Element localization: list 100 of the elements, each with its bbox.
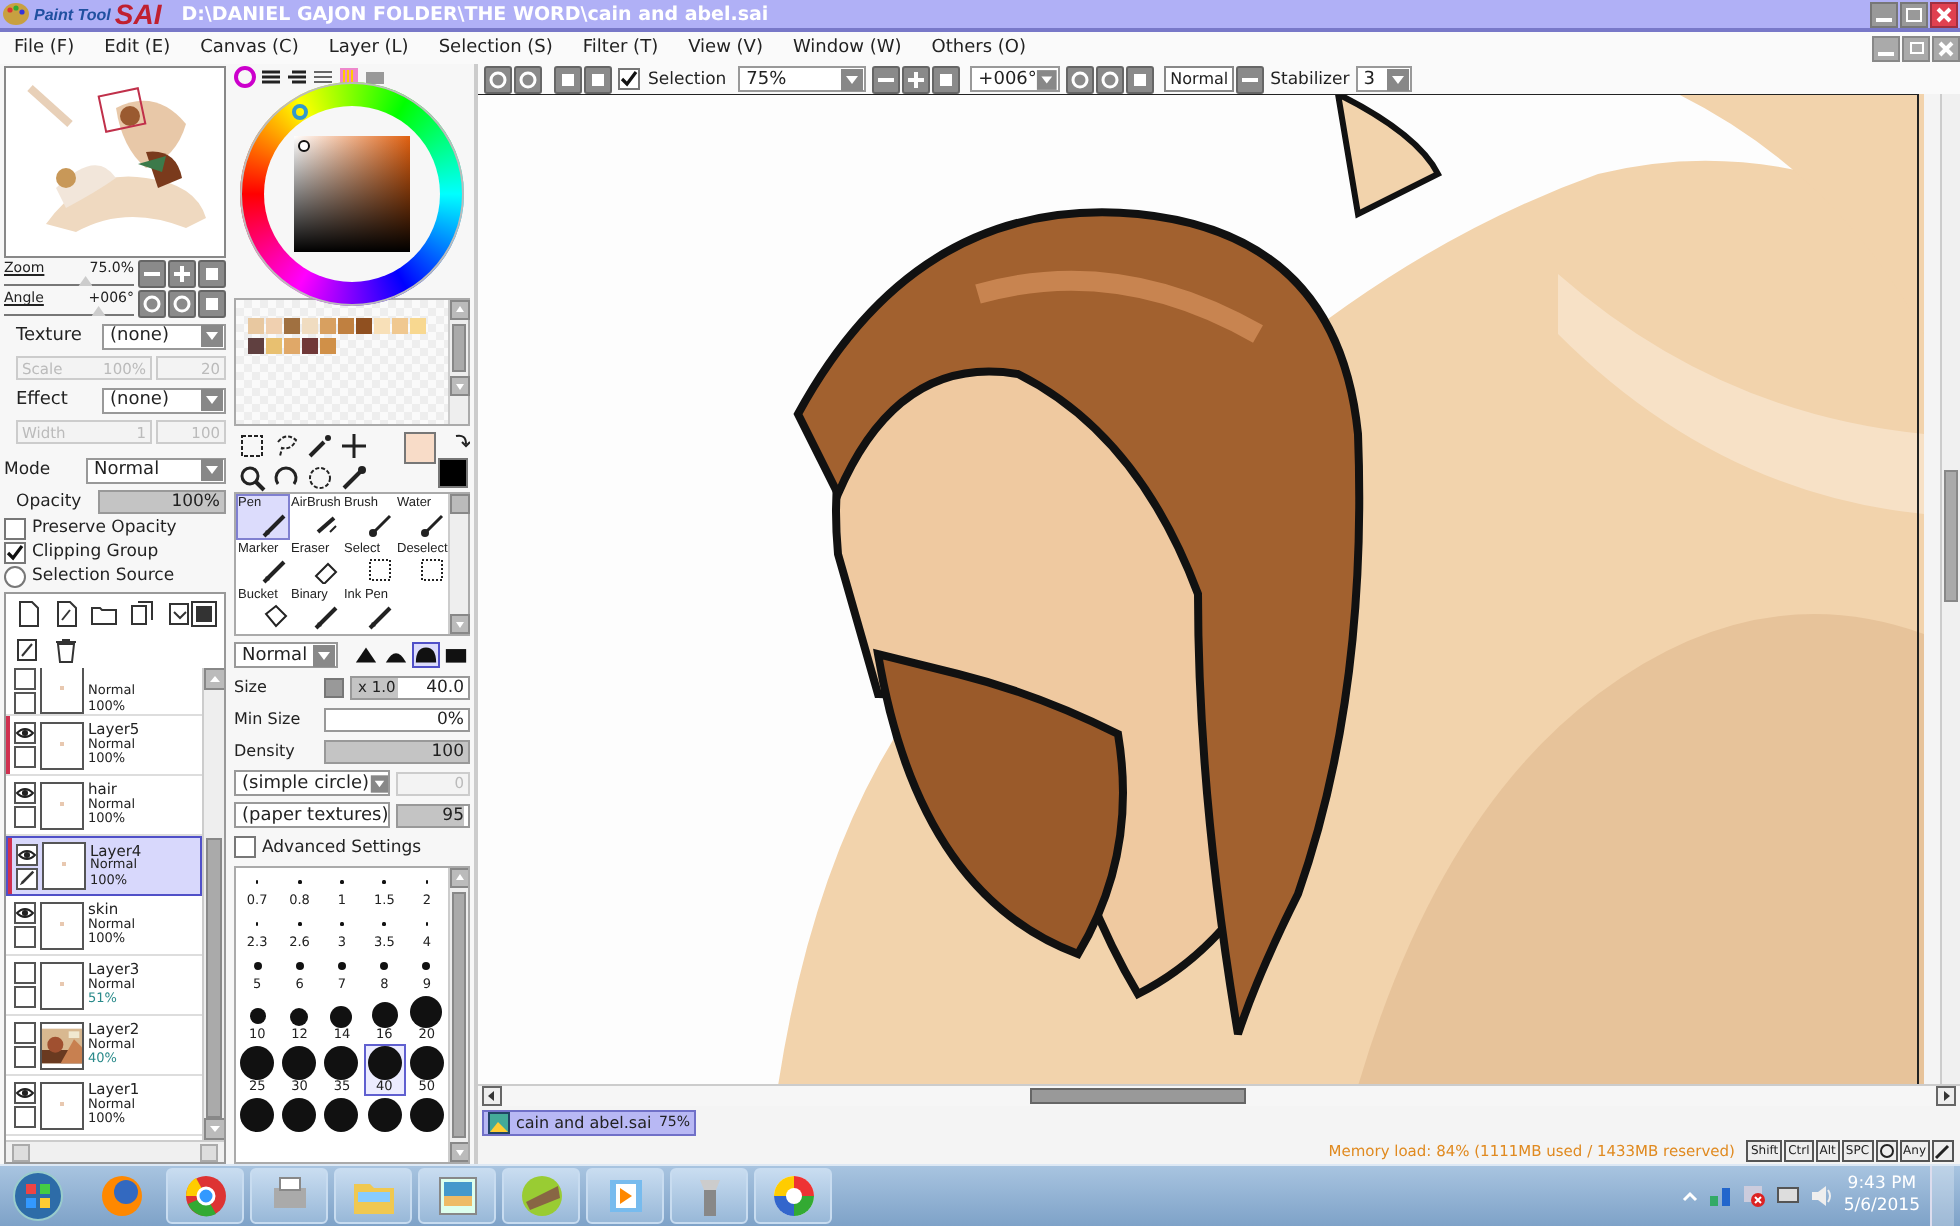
- zoom-icon[interactable]: [238, 464, 266, 492]
- scroll-up-arrow-icon[interactable]: [204, 668, 224, 690]
- visibility-toggle[interactable]: [14, 902, 36, 924]
- deselect-button[interactable]: [554, 65, 582, 93]
- checkbox[interactable]: [4, 541, 26, 563]
- reset-button[interactable]: [198, 260, 226, 288]
- color-swatch[interactable]: [410, 318, 426, 334]
- radio-button[interactable]: [4, 565, 26, 587]
- scrollbar[interactable]: [1940, 94, 1960, 1084]
- color-swatch[interactable]: [320, 318, 336, 334]
- maximize-button[interactable]: [1900, 1, 1928, 27]
- slider-thumb[interactable]: [78, 276, 93, 286]
- restore-button[interactable]: [1902, 35, 1930, 61]
- menu-item[interactable]: Canvas (C): [194, 38, 315, 58]
- effect-dropdown[interactable]: (none): [102, 387, 226, 413]
- visibility-toggle[interactable]: [14, 782, 36, 804]
- trash-icon[interactable]: [52, 636, 80, 664]
- menu-item[interactable]: Filter (T): [576, 38, 675, 58]
- swap-arrow-icon[interactable]: [454, 432, 470, 448]
- color-square[interactable]: [294, 136, 410, 252]
- rotate-right-button[interactable]: [168, 290, 196, 318]
- eyedropper-icon[interactable]: [340, 464, 368, 492]
- scrollbar[interactable]: [448, 494, 468, 634]
- copy-layer-icon[interactable]: [128, 600, 156, 628]
- visibility-toggle[interactable]: [14, 722, 36, 744]
- color-picker-marker[interactable]: [298, 140, 310, 152]
- brush-shape-icon[interactable]: [412, 642, 440, 668]
- start-button[interactable]: [12, 1170, 64, 1222]
- slider-track[interactable]: [4, 306, 134, 316]
- brush-shape-icon[interactable]: [352, 642, 380, 668]
- sliders-icon[interactable]: [286, 66, 308, 88]
- scroll-down-arrow-icon[interactable]: [450, 1142, 468, 1162]
- zoom-in-button[interactable]: [902, 65, 931, 93]
- lock-toggle[interactable]: [14, 926, 36, 948]
- lock-toggle[interactable]: [14, 986, 36, 1008]
- taskbar-button[interactable]: [502, 1168, 580, 1224]
- close-button[interactable]: [1932, 35, 1960, 61]
- hand-icon[interactable]: [306, 464, 334, 492]
- lasso-icon[interactable]: [272, 432, 300, 460]
- sliders-icon[interactable]: [260, 66, 282, 88]
- scroll-up-arrow-icon[interactable]: [450, 868, 468, 888]
- visibility-toggle[interactable]: [14, 1022, 36, 1044]
- clear-layer-icon[interactable]: [14, 636, 42, 664]
- lock-toggle[interactable]: [14, 746, 36, 768]
- invert-button[interactable]: [584, 65, 612, 93]
- minimize-button[interactable]: [1870, 1, 1898, 27]
- reset-button[interactable]: [198, 290, 226, 318]
- scrollbar[interactable]: [448, 868, 468, 1162]
- blend-dropdown[interactable]: Normal: [234, 642, 338, 668]
- brush-texture-dropdown[interactable]: (paper textures): [234, 802, 390, 828]
- options-button[interactable]: [1236, 65, 1265, 93]
- swatch-icon[interactable]: [364, 66, 386, 88]
- color-swatch[interactable]: [302, 338, 318, 354]
- scroll-down-arrow-icon[interactable]: [204, 1118, 224, 1140]
- hue-marker[interactable]: [292, 104, 308, 120]
- color-swatch[interactable]: [248, 338, 264, 354]
- lock-toggle[interactable]: [14, 1046, 36, 1068]
- mode-dropdown[interactable]: Normal: [86, 457, 226, 483]
- visibility-toggle[interactable]: [16, 843, 38, 865]
- scrollbar[interactable]: [478, 1084, 1960, 1106]
- menu-item[interactable]: File (F): [8, 38, 91, 58]
- zoom-dropdown[interactable]: 75%: [738, 66, 867, 92]
- menu-item[interactable]: Layer (L): [322, 38, 425, 58]
- texture-strength-slider[interactable]: 95: [396, 803, 470, 827]
- checkbox[interactable]: [618, 68, 640, 90]
- zoom-out-button[interactable]: [138, 260, 166, 288]
- slider-track[interactable]: [4, 276, 134, 286]
- brush-size-button[interactable]: [236, 1096, 279, 1136]
- opacity-slider[interactable]: 100%: [98, 490, 226, 514]
- taskbar-button[interactable]: [670, 1168, 748, 1224]
- color-wheel-icon[interactable]: [234, 66, 256, 88]
- lock-toggle[interactable]: [14, 806, 36, 828]
- density-slider[interactable]: 100: [324, 739, 470, 763]
- scrollbar[interactable]: [202, 668, 224, 1140]
- close-button[interactable]: [1930, 1, 1958, 27]
- checkbox[interactable]: [234, 836, 256, 858]
- undo-button[interactable]: [484, 65, 512, 93]
- texture-dropdown[interactable]: (none): [102, 323, 226, 349]
- menu-item[interactable]: Window (W): [786, 38, 918, 58]
- zoom-in-button[interactable]: [168, 260, 196, 288]
- sliders-icon[interactable]: [312, 66, 334, 88]
- color-swatch[interactable]: [284, 338, 300, 354]
- selection-rect-icon[interactable]: [238, 432, 266, 460]
- color-swatch[interactable]: [374, 318, 390, 334]
- zoom-out-button[interactable]: [872, 65, 901, 93]
- taskbar-button[interactable]: [250, 1168, 328, 1224]
- brush-size-button[interactable]: [405, 1096, 448, 1136]
- new-vector-layer-icon[interactable]: [52, 600, 80, 628]
- lock-toggle[interactable]: [14, 1106, 36, 1128]
- taskbar-button[interactable]: [754, 1168, 832, 1224]
- menu-item[interactable]: Selection (S): [432, 38, 569, 58]
- color-swatch[interactable]: [248, 318, 264, 334]
- display-icon[interactable]: [1775, 1184, 1800, 1208]
- slider-thumb[interactable]: [91, 306, 106, 316]
- taskbar-button[interactable]: [418, 1168, 496, 1224]
- blend-mode-button[interactable]: Normal: [1164, 66, 1235, 92]
- reset-button[interactable]: [932, 65, 961, 93]
- size-toggle-icon[interactable]: [324, 677, 344, 697]
- merge-layer-icon[interactable]: [166, 600, 194, 628]
- color-swatch[interactable]: [284, 318, 300, 334]
